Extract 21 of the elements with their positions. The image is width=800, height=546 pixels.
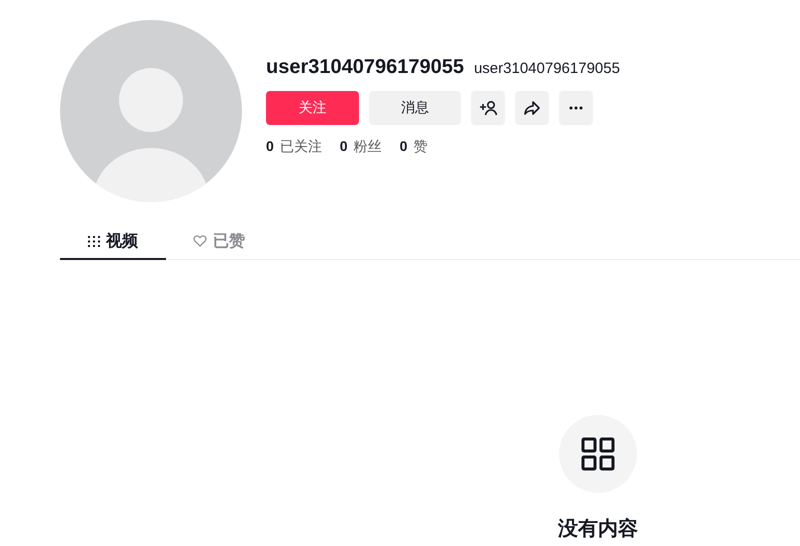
- share-button[interactable]: [515, 91, 549, 125]
- grid-lines-icon: [88, 236, 100, 246]
- add-person-icon: [479, 99, 497, 117]
- stat-count: 0: [400, 138, 408, 154]
- add-friend-button[interactable]: [471, 91, 505, 125]
- stat-count: 0: [340, 138, 348, 154]
- grid-icon: [581, 437, 615, 471]
- follow-button[interactable]: 关注: [266, 91, 359, 125]
- share-arrow-icon: [523, 99, 541, 117]
- heart-icon: [193, 235, 207, 247]
- display-name: user31040796179055: [266, 56, 464, 79]
- more-icon: [569, 106, 583, 110]
- tab[interactable]: 视频: [60, 224, 166, 260]
- stat-label: 粉丝: [354, 138, 382, 156]
- stat-label: 已关注: [280, 138, 322, 156]
- empty-message: 没有内容: [558, 516, 638, 542]
- message-button[interactable]: 消息: [369, 91, 461, 125]
- more-button[interactable]: [559, 91, 593, 125]
- stat-count: 0: [266, 138, 274, 154]
- stat-label: 赞: [413, 138, 428, 156]
- username: user31040796179055: [474, 60, 620, 77]
